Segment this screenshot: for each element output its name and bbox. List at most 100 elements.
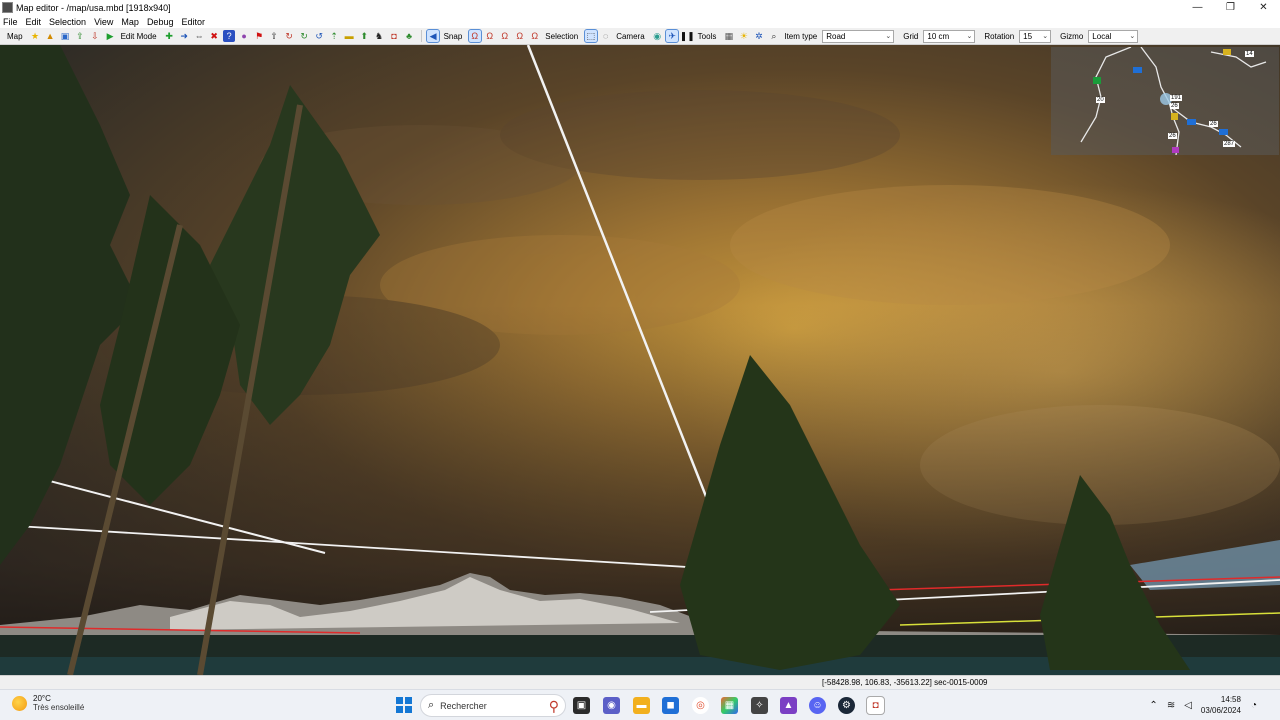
people-icon[interactable]: ♞ [373, 30, 385, 42]
snap-magnet-icon[interactable]: Ω [467, 29, 482, 43]
grid-select[interactable]: 10 cm ⌄ [923, 29, 976, 43]
paint-icon[interactable]: ▦ [721, 697, 738, 714]
play-icon[interactable]: ▶ [104, 30, 116, 42]
gizmo-select[interactable]: Local ⌄ [1088, 29, 1139, 43]
truck-game-icon[interactable]: ◘ [866, 696, 885, 715]
star-icon[interactable]: ★ [29, 30, 41, 42]
wifi-icon[interactable]: ≋ [1167, 700, 1175, 711]
minimap[interactable]: 20 26 26 287 26 191 14 [1051, 47, 1279, 155]
toolbar: Map ★ ▲ ▣ ⇪ ⇩ ▶ Edit Mode ✚ ➜ ⇔ ✖ ? ● ⚑ … [0, 28, 1280, 45]
separator [420, 30, 422, 42]
import-icon[interactable]: ⇩ [89, 30, 101, 42]
rotation-select[interactable]: 15 ⌄ [1019, 29, 1052, 43]
pause-icon[interactable]: ❚❚ [680, 30, 695, 42]
chrome-icon[interactable]: ◎ [692, 697, 709, 714]
terrain-icon[interactable]: ⇡ [328, 30, 340, 42]
clock-date: 03/06/2024 [1200, 706, 1241, 715]
close-button[interactable]: ✕ [1247, 0, 1280, 15]
item-type-value: Road [826, 31, 846, 41]
grid-tool-icon[interactable]: ▦ [723, 30, 735, 42]
rotate-icon[interactable]: ↻ [283, 30, 295, 42]
move-icon[interactable]: ➜ [178, 30, 190, 42]
windows-start-icon[interactable] [396, 697, 412, 713]
menu-debug[interactable]: Debug [147, 17, 174, 27]
app-icon[interactable]: ✧ [751, 697, 768, 714]
minimap-road-number: 26 [1170, 103, 1179, 109]
chevron-down-icon: ⌄ [1042, 33, 1049, 40]
tools-label: Tools [697, 31, 717, 41]
save-icon[interactable]: ▣ [59, 30, 71, 42]
chevron-up-icon[interactable]: ⌃ [1149, 700, 1157, 711]
sun-icon[interactable]: ☀ [738, 30, 750, 42]
menu-map[interactable]: Map [121, 17, 139, 27]
snap-magnet-3-icon[interactable]: Ω [499, 30, 511, 42]
export-icon[interactable]: ⇪ [74, 30, 86, 42]
weather-widget[interactable]: 20°C Très ensoleillé [12, 694, 84, 712]
store-icon[interactable]: ◼ [662, 697, 679, 714]
taskbar-search[interactable]: ⌕ Rechercher ⚲ [420, 694, 566, 717]
search-placeholder: Rechercher [440, 700, 487, 711]
menu-selection[interactable]: Selection [49, 17, 86, 27]
menu-view[interactable]: View [94, 17, 113, 27]
minimap-road-number: 26 [1168, 133, 1177, 139]
settings-icon[interactable]: ✲ [753, 30, 765, 42]
flag-icon[interactable]: ⚑ [253, 30, 265, 42]
globe-icon[interactable]: ● [238, 30, 250, 42]
app-icon [2, 2, 13, 13]
item-type-label: Item type [784, 31, 818, 41]
item-type-select[interactable]: Road ⌄ [822, 29, 895, 43]
minimap-road-number: 20 [1096, 97, 1105, 103]
sound-icon[interactable]: ◀ [426, 29, 441, 43]
snap-magnet-4-icon[interactable]: Ω [514, 30, 526, 42]
gizmo-value: Local [1092, 31, 1112, 41]
weather-condition: Très ensoleillé [33, 703, 85, 712]
menu-bar: File Edit Selection View Map Debug Edito… [0, 15, 1280, 28]
rotate-green-icon[interactable]: ↻ [298, 30, 310, 42]
minimap-road-number: 191 [1170, 95, 1183, 101]
menu-edit[interactable]: Edit [26, 17, 42, 27]
volume-icon[interactable]: ◁ [1184, 700, 1192, 711]
snap-magnet-5-icon[interactable]: Ω [529, 30, 541, 42]
menu-file[interactable]: File [3, 17, 18, 27]
road-icon[interactable]: ▬ [343, 30, 355, 42]
menu-editor[interactable]: Editor [181, 17, 205, 27]
rotate-blue-icon[interactable]: ↺ [313, 30, 325, 42]
camera-globe-icon[interactable]: ◉ [651, 30, 663, 42]
window-title: Map editor - /map/usa.mbd [1918x940] [16, 2, 171, 13]
rect-select-icon[interactable]: ⬚ [583, 29, 598, 43]
tree-icon[interactable]: ♣ [403, 30, 415, 42]
minimap-roads [1080, 47, 1267, 155]
3d-viewport[interactable]: 20 26 26 287 26 191 14 [0, 45, 1280, 675]
delete-icon[interactable]: ✖ [208, 30, 220, 42]
title-bar: Map editor - /map/usa.mbd [1918x940] — ❐… [0, 0, 1280, 15]
task-view-icon[interactable]: ▣ [573, 697, 590, 714]
clock[interactable]: 14:58 03/06/2024 [1201, 694, 1241, 716]
chat-icon[interactable]: ◉ [603, 697, 620, 714]
lasso-select-icon[interactable]: ◌ [600, 30, 612, 42]
discord-icon[interactable]: ☺ [809, 697, 826, 714]
arrow-up-icon[interactable]: ⬆ [358, 30, 370, 42]
snap-label: Snap [443, 31, 463, 41]
system-tray: ⌃ ≋ ◁ 14:58 03/06/2024 ◔ [1149, 694, 1266, 716]
snap-magnet-2-icon[interactable]: Ω [484, 30, 496, 42]
search-icon[interactable]: ⌕ [768, 30, 780, 42]
chevron-down-icon: ⌄ [1129, 33, 1136, 40]
swap-icon[interactable]: ⇔ [193, 30, 205, 42]
file-explorer-icon[interactable]: ▬ [633, 697, 650, 714]
add-icon[interactable]: ✚ [163, 30, 175, 42]
pin-icon[interactable]: ⇧ [268, 30, 280, 42]
steam-icon[interactable]: ⚙ [838, 697, 855, 714]
minimap-road-number: 26 [1209, 121, 1218, 127]
taskbar: 20°C Très ensoleillé ⌕ Rechercher ⚲ ▣ ◉ … [0, 689, 1280, 720]
affinity-icon[interactable]: ▲ [780, 697, 797, 714]
minimize-button[interactable]: — [1181, 0, 1214, 15]
help-icon[interactable]: ? [223, 30, 236, 42]
car-icon[interactable]: ◘ [388, 30, 400, 42]
open-folder-icon[interactable]: ▲ [44, 30, 56, 42]
window-controls: — ❐ ✕ [1181, 0, 1280, 15]
maximize-button[interactable]: ❐ [1214, 0, 1247, 15]
notifications-icon[interactable]: ◔ [1251, 700, 1257, 711]
clock-time: 14:58 [1220, 695, 1241, 704]
cursor-coordinates: [-58428.98, 106.83, -35613.22] sec-0015-… [822, 678, 988, 687]
camera-bird-icon[interactable]: ✈ [665, 29, 680, 43]
